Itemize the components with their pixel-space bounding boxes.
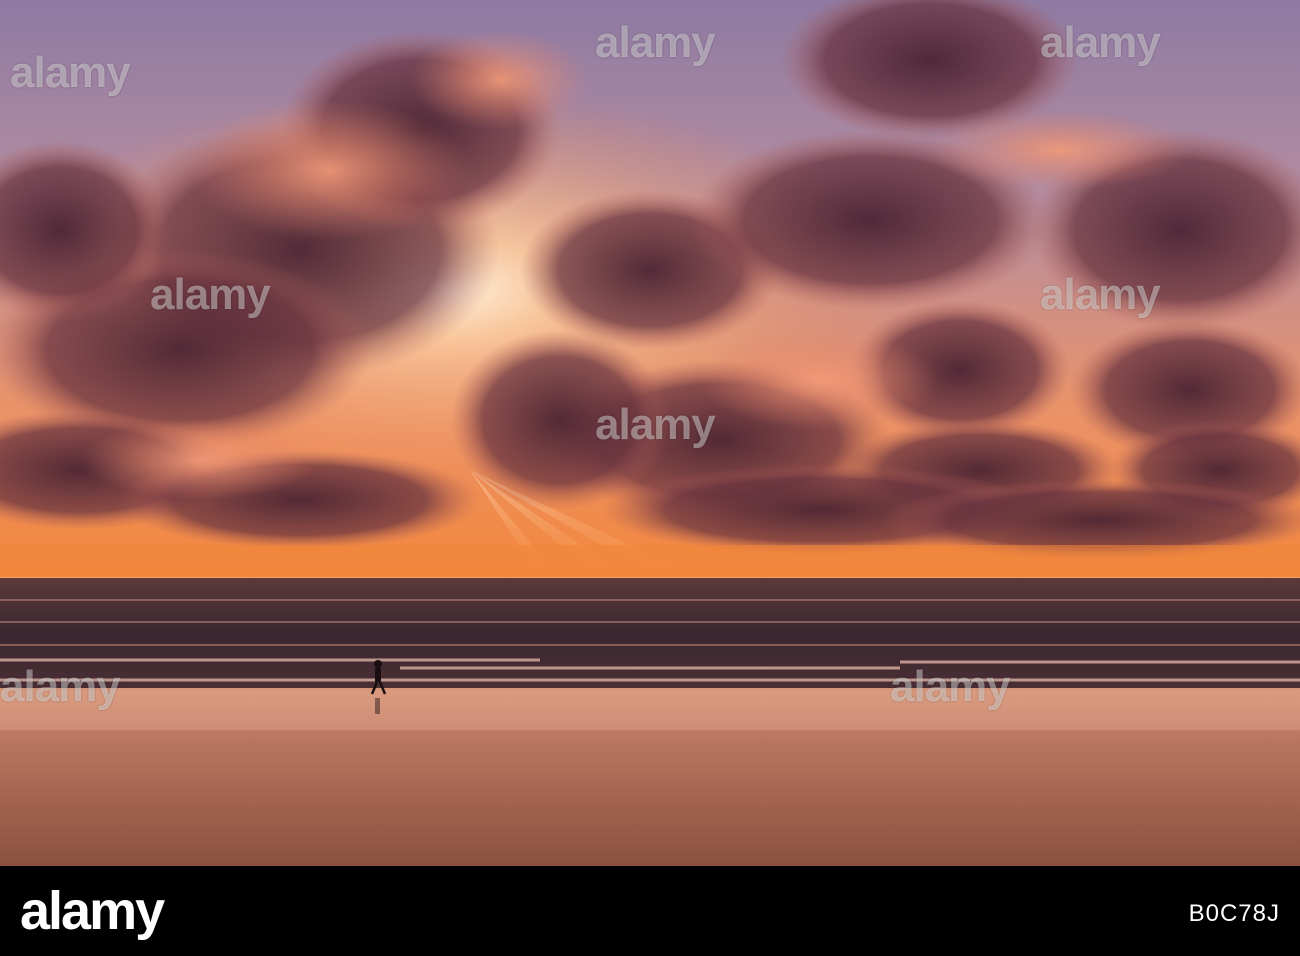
alamy-logo: alamy xyxy=(20,881,165,941)
watermark: alamy xyxy=(595,18,716,67)
sea xyxy=(0,578,1300,688)
stock-footer-bar: alamy B0C78J xyxy=(0,866,1300,956)
watermark: alamy xyxy=(890,662,1011,711)
watermark: alamy xyxy=(150,270,271,319)
image-id: B0C78J xyxy=(1188,900,1280,927)
watermark: alamy xyxy=(1040,270,1161,319)
stock-photo-frame: alamy alamy alamy alamy alamy alamy alam… xyxy=(0,0,1300,956)
beach-sunset-photo: alamy alamy alamy alamy alamy alamy alam… xyxy=(0,0,1300,866)
watermark: alamy xyxy=(595,400,716,449)
watermark: alamy xyxy=(10,48,131,97)
watermark: alamy xyxy=(1040,18,1161,67)
watermark: alamy xyxy=(0,662,121,711)
